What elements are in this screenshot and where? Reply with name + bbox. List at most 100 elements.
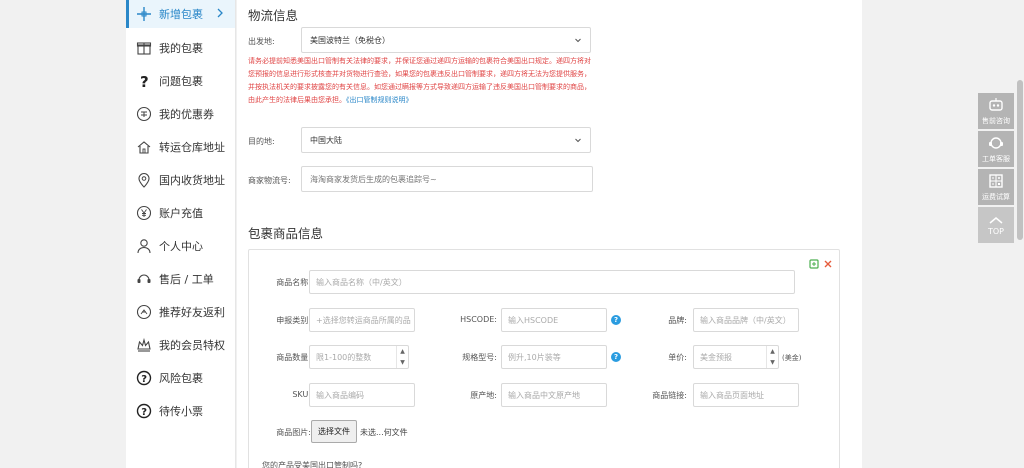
sidebar-item-my-packages[interactable]: 我的包裹	[126, 31, 235, 64]
sidebar-item-vip[interactable]: 我的会员特权	[126, 328, 235, 361]
export-control-warning: 请务必提前知悉美国出口管制有关法律的要求，并保证您通过递四方运输的包裹符合美国出…	[248, 55, 591, 107]
sidebar-item-coupons[interactable]: 我的优惠券	[126, 97, 235, 130]
price-stepper[interactable]: 美金预报 ▲ ▼	[693, 345, 779, 369]
export-control-question: 您的产品受美国出口管制吗?	[262, 461, 363, 468]
destination-select-value: 中国大陆	[310, 135, 342, 145]
category-select[interactable]: +选择您转运商品所属的品	[309, 308, 415, 332]
sidebar-item-problem-packages[interactable]: ? 问题包裹	[126, 64, 235, 97]
price-placeholder: 美金预报	[700, 352, 732, 362]
back-to-top-button[interactable]: TOP	[978, 207, 1014, 243]
sidebar-item-label: 国内收货地址	[159, 173, 225, 187]
sidebar-item-recharge[interactable]: 账户充值	[126, 196, 235, 229]
category-label: 申报类别:	[276, 316, 311, 325]
quantity-stepper[interactable]: 限1-100的整数 ▲ ▼	[309, 345, 409, 369]
share-circle-icon	[136, 304, 152, 320]
main-content: 物流信息 出发地: 美国波特兰（免税仓） 请务必提前知悉美国出口管制有关法律的要…	[237, 0, 862, 468]
coupon-icon	[136, 106, 152, 122]
sku-label: SKU:	[292, 390, 311, 399]
sidebar-item-new-package[interactable]: 新增包裹	[126, 0, 235, 28]
file-status: 未选...何文件	[360, 428, 408, 437]
country-of-origin-input[interactable]: 输入商品中文原产地	[501, 383, 607, 407]
price-spin-buttons[interactable]: ▲ ▼	[766, 346, 778, 368]
warning-circle-icon: ?	[136, 370, 152, 386]
chevron-up-icon	[989, 216, 1003, 224]
sku-input[interactable]: 输入商品编码	[309, 383, 415, 407]
export-control-warning-text: 请务必提前知悉美国出口管制有关法律的要求，并保证您通过递四方运输的包裹符合美国出…	[248, 57, 591, 104]
sidebar-item-label: 推荐好友返利	[159, 305, 225, 319]
destination-select[interactable]: 中国大陆	[301, 127, 591, 153]
sidebar-item-warehouse-address[interactable]: 转运仓库地址	[126, 130, 235, 163]
scrollbar-thumb[interactable]	[1017, 80, 1023, 240]
ticket-support-button[interactable]: 工单客服	[978, 131, 1014, 167]
sidebar-item-label: 账户充值	[159, 206, 203, 220]
tracking-number-input[interactable]	[301, 166, 593, 192]
chevron-right-icon	[215, 8, 225, 18]
sidebar-item-label: 我的包裹	[159, 41, 203, 55]
presale-consult-button[interactable]: 售前咨询	[978, 93, 1014, 129]
sidebar-item-referral[interactable]: 推荐好友返利	[126, 295, 235, 328]
tool-label: TOP	[987, 226, 1004, 236]
yen-circle-icon	[136, 205, 152, 221]
origin-select-value: 美国波特兰（免税仓）	[310, 35, 390, 45]
robot-icon	[989, 98, 1003, 111]
export-control-rules-link[interactable]: 《出口管制规则说明》	[346, 96, 413, 104]
shipping-calculator-button[interactable]: 运费试算	[978, 169, 1014, 205]
sidebar-item-pending-receipts[interactable]: ? 待传小票	[126, 394, 235, 427]
hscode-input[interactable]: 输入HSCODE	[501, 308, 607, 332]
spec-input[interactable]: 例升,10片装等	[501, 345, 607, 369]
copy-icon[interactable]	[809, 254, 819, 273]
spec-help-icon[interactable]: ?	[611, 352, 621, 362]
crown-icon	[136, 337, 152, 353]
home-icon	[136, 139, 152, 155]
product-name-label: 商品名称:	[276, 278, 311, 287]
hscode-help-icon[interactable]: ?	[611, 315, 621, 325]
sidebar-item-label: 我的会员特权	[159, 338, 225, 352]
location-pin-icon	[136, 172, 152, 188]
close-icon[interactable]	[823, 254, 833, 273]
floating-tools: 售前咨询 工单客服 运费试算 TOP	[978, 93, 1014, 245]
quantity-spin-buttons[interactable]: ▲ ▼	[396, 346, 408, 368]
product-name-input[interactable]: 输入商品名称（中/英文）	[309, 270, 795, 294]
tool-label: 工单客服	[982, 155, 1010, 163]
price-label: 单价:	[668, 353, 687, 362]
sidebar-item-label: 新增包裹	[159, 8, 203, 21]
hscode-label: HSCODE:	[460, 315, 497, 324]
spec-label: 规格型号:	[462, 353, 497, 362]
gift-box-icon	[136, 40, 152, 56]
tool-label: 运费试算	[982, 193, 1010, 201]
product-image-label: 商品图片:	[276, 428, 311, 437]
tool-label: 售前咨询	[982, 117, 1010, 125]
sidebar-item-label: 待传小票	[159, 404, 203, 418]
caret-up-icon[interactable]: ▲	[770, 348, 775, 355]
sidebar-item-after-sales[interactable]: 售后 / 工单	[126, 262, 235, 295]
sidebar-item-label: 我的优惠券	[159, 107, 214, 121]
origin-select[interactable]: 美国波特兰（免税仓）	[301, 27, 591, 53]
origin-label: 出发地:	[248, 37, 275, 46]
caret-up-icon[interactable]: ▲	[400, 348, 405, 355]
sidebar-item-label: 问题包裹	[159, 74, 203, 88]
headset-icon	[989, 137, 1003, 149]
product-link-label: 商品链接:	[652, 391, 687, 400]
sidebar-item-label: 转运仓库地址	[159, 140, 225, 154]
country-of-origin-label: 原产地:	[470, 391, 497, 400]
product-link-input[interactable]: 输入商品页面地址	[693, 383, 799, 407]
caret-down-icon[interactable]: ▼	[770, 359, 775, 366]
chevron-down-icon	[574, 36, 582, 44]
question-mark-icon: ?	[136, 73, 152, 89]
plus-cross-icon	[136, 6, 152, 22]
sidebar-item-profile[interactable]: 个人中心	[126, 229, 235, 262]
chevron-down-icon	[574, 136, 582, 144]
receipt-circle-icon: ?	[136, 403, 152, 419]
caret-down-icon[interactable]: ▼	[400, 359, 405, 366]
choose-file-button[interactable]: 选择文件	[311, 420, 357, 443]
sidebar-item-label: 风险包裹	[159, 371, 203, 385]
page-scrollbar[interactable]	[1016, 0, 1024, 468]
svg-text:?: ?	[141, 374, 147, 385]
brand-input[interactable]: 输入商品品牌（中/英文）	[693, 308, 799, 332]
destination-label: 目的地:	[248, 137, 275, 146]
goods-info-panel: 商品名称: 输入商品名称（中/英文） 申报类别: +选择您转运商品所属的品 HS…	[248, 249, 840, 468]
sidebar-item-domestic-address[interactable]: 国内收货地址	[126, 163, 235, 196]
sidebar-item-risk-packages[interactable]: ? 风险包裹	[126, 361, 235, 394]
svg-text:?: ?	[141, 407, 147, 418]
headset-icon	[136, 271, 152, 287]
